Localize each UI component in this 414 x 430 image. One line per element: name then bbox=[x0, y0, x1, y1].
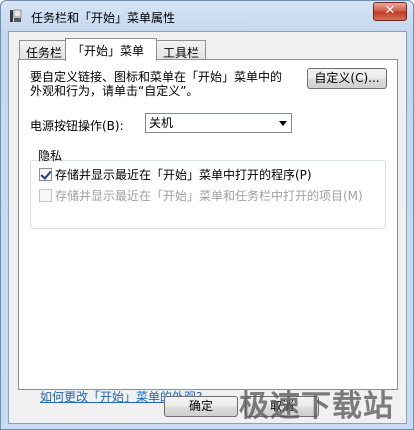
dropdown-arrow-icon bbox=[279, 121, 287, 126]
close-button[interactable]: ✕ bbox=[373, 2, 407, 21]
taskbar-properties-icon bbox=[10, 9, 22, 22]
customize-description: 要自定义链接、图标和菜单在「开始」菜单中的 外观和行为，请单击“自定义”。 bbox=[30, 70, 300, 98]
power-button-value: 关机 bbox=[149, 116, 174, 130]
description-line-2: 外观和行为，请单击“自定义”。 bbox=[30, 84, 199, 98]
checkbox-unchecked-icon bbox=[39, 189, 52, 202]
tab-start-menu[interactable]: 「开始」菜单 bbox=[65, 38, 157, 61]
properties-window: 任务栏和「开始」菜单属性 ✕ 任务栏 「开始」菜单 工具栏 要自定义链接、图标和… bbox=[0, 0, 414, 430]
ok-button[interactable]: 确定 bbox=[164, 396, 238, 417]
start-menu-panel: 要自定义链接、图标和菜单在「开始」菜单中的 外观和行为，请单击“自定义”。 自定… bbox=[18, 59, 398, 404]
dialog-body: 任务栏 「开始」菜单 工具栏 要自定义链接、图标和菜单在「开始」菜单中的 外观和… bbox=[8, 31, 407, 424]
power-button-label: 电源按钮操作(B): bbox=[30, 119, 124, 133]
recent-items-label: 存储并显示最近在「开始」菜单和任务栏中打开的项目(M) bbox=[55, 189, 363, 203]
checkbox-checked-icon[interactable] bbox=[39, 168, 52, 181]
privacy-title: 隐私 bbox=[38, 149, 63, 163]
recent-items-option: 存储并显示最近在「开始」菜单和任务栏中打开的项目(M) bbox=[39, 187, 363, 204]
recent-programs-option[interactable]: 存储并显示最近在「开始」菜单中打开的程序(P) bbox=[39, 166, 312, 183]
watermark-logo: 极速下载站 bbox=[239, 389, 394, 424]
recent-programs-label: 存储并显示最近在「开始」菜单中打开的程序(P) bbox=[55, 168, 312, 182]
tab-taskbar[interactable]: 任务栏 bbox=[19, 40, 66, 60]
customize-button[interactable]: 自定义(C)... bbox=[307, 68, 387, 89]
power-button-select[interactable]: 关机 bbox=[145, 113, 292, 133]
tab-toolbars[interactable]: 工具栏 bbox=[156, 40, 206, 60]
title-bar[interactable]: 任务栏和「开始」菜单属性 ✕ bbox=[1, 1, 413, 31]
window-title: 任务栏和「开始」菜单属性 bbox=[31, 11, 176, 25]
description-line-1: 要自定义链接、图标和菜单在「开始」菜单中的 bbox=[30, 70, 283, 84]
